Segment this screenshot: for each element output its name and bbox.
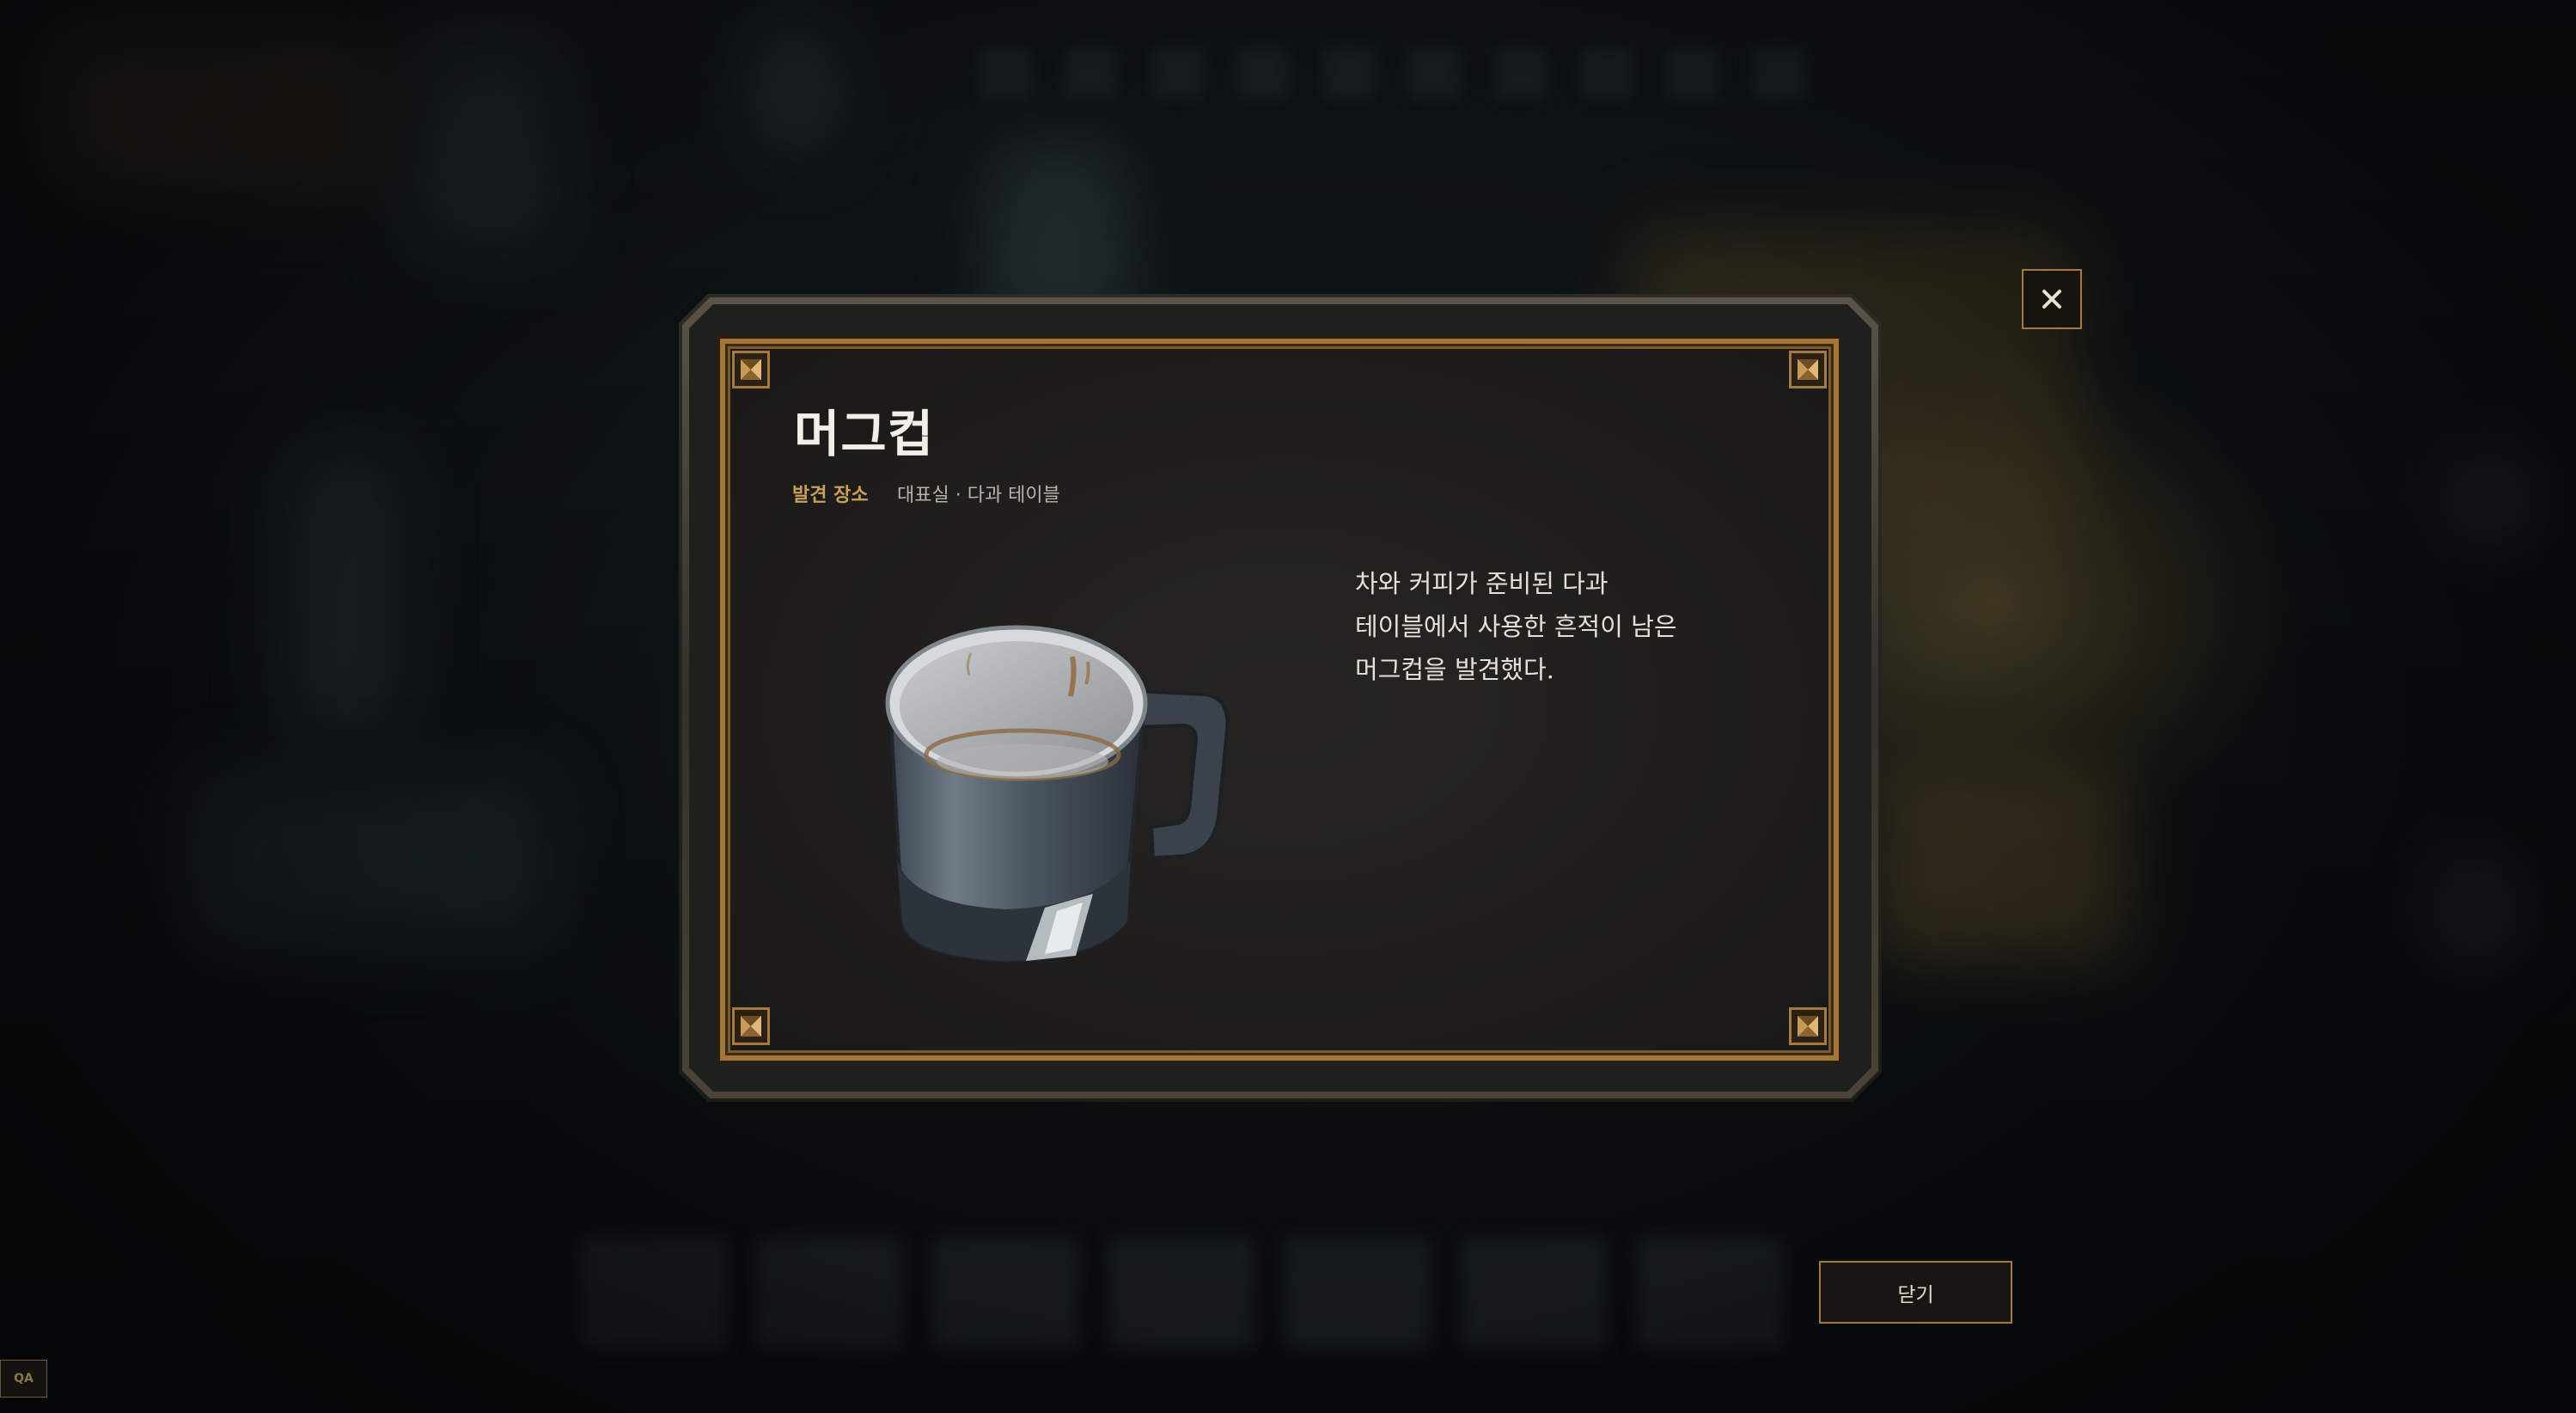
qa-button[interactable]: QA: [0, 1360, 47, 1398]
close-button[interactable]: 닫기: [1819, 1261, 2012, 1324]
mug-image: [885, 625, 1230, 963]
corner-stud-icon: [1789, 351, 1827, 388]
corner-stud-icon: [732, 351, 770, 388]
corner-stud-icon: [732, 1007, 770, 1045]
close-icon: [2042, 290, 2061, 309]
item-description: 차와 커피가 준비된 다과 테이블에서 사용한 흔적이 남은 머그컵을 발견했다…: [1355, 562, 1750, 691]
corner-stud-icon: [1789, 1007, 1827, 1045]
location-value: 대표실 · 다과 테이블: [897, 485, 1060, 506]
description-line: 차와 커피가 준비된 다과: [1355, 569, 1608, 598]
item-title: 머그컵: [794, 405, 935, 463]
description-line: 테이블에서 사용한 흔적이 남은: [1355, 612, 1677, 641]
location-label: 발견 장소: [792, 485, 869, 506]
description-line: 머그컵을 발견했다.: [1355, 655, 1554, 684]
close-icon-button[interactable]: [2022, 269, 2082, 329]
